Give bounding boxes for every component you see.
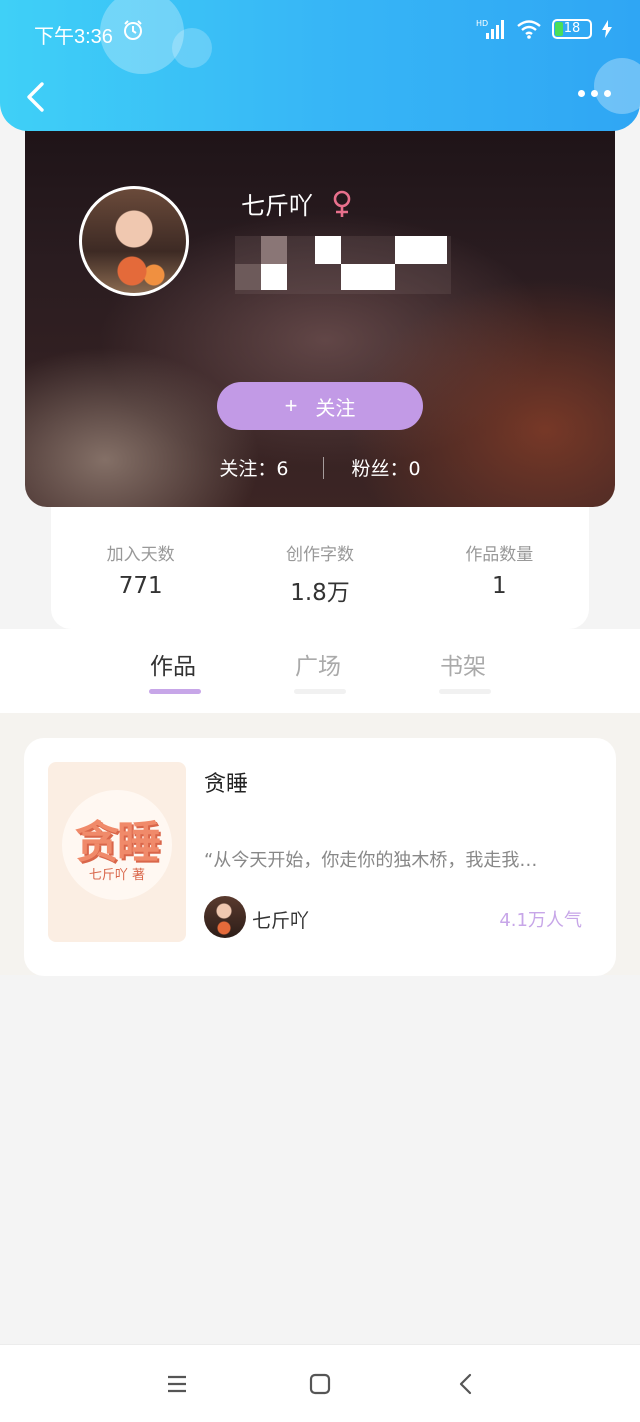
profile-nickname: 七斤吖 xyxy=(241,192,313,220)
followers-count[interactable]: 粉丝：0 xyxy=(352,454,421,481)
author-name: 七斤吖 xyxy=(252,910,310,932)
profile-avatar[interactable] xyxy=(79,186,189,296)
status-time: 下午3:36 xyxy=(34,26,113,48)
top-app-bar: 下午3:36 HD 18 xyxy=(0,0,640,131)
nickname-row: 七斤吖 xyxy=(241,186,353,221)
signal-icon: HD xyxy=(476,19,504,39)
tab-bookshelf-indicator xyxy=(439,689,491,694)
work-excerpt: “从今天开始，你走你的独木桥，我走我… xyxy=(204,850,538,871)
back-nav-icon[interactable] xyxy=(453,1371,479,1397)
more-button[interactable] xyxy=(578,90,612,102)
popularity-count: 4.1万人气 xyxy=(499,910,582,931)
more-dot xyxy=(578,90,585,97)
battery-level: 18 xyxy=(563,21,581,36)
stat-label: 作品数量 xyxy=(465,545,534,565)
cover-title: 贪睡 xyxy=(75,817,161,868)
tab-square-indicator xyxy=(294,689,346,694)
follow-stats: 关注：6 粉丝：0 xyxy=(25,454,615,481)
network-type: HD xyxy=(476,19,488,28)
more-dot xyxy=(591,90,598,97)
follow-label: 关注 xyxy=(315,397,356,420)
wifi-icon xyxy=(517,20,541,39)
content-tabs: 作品 广场 书架 xyxy=(0,629,640,713)
system-navigation-bar xyxy=(0,1344,640,1422)
profile-header-card: 七斤吖 + 关注 关注：6 粉丝：0 xyxy=(25,100,615,507)
stat-value: 1.8万 xyxy=(290,580,350,606)
stat-label: 创作字数 xyxy=(285,545,354,565)
female-icon xyxy=(333,190,351,217)
stat-value: 1 xyxy=(492,573,507,599)
charging-icon xyxy=(602,20,612,38)
stat-works-count: 作品数量 1 xyxy=(410,507,589,629)
alarm-icon xyxy=(124,20,142,40)
tab-bookshelf[interactable]: 书架 xyxy=(440,647,486,681)
status-bar: 下午3:36 HD 18 xyxy=(0,0,640,60)
status-indicators: HD 18 xyxy=(476,18,612,40)
divider xyxy=(322,456,324,479)
stat-label: 加入天数 xyxy=(106,545,175,565)
following-count[interactable]: 关注：6 xyxy=(219,454,288,481)
decor-bubble xyxy=(594,58,640,114)
stat-word-count: 创作字数 1.8万 xyxy=(230,507,409,629)
work-title: 贪睡 xyxy=(204,772,249,797)
redacted-id-mosaic xyxy=(235,236,451,294)
author-avatar xyxy=(204,896,246,938)
plus-icon: + xyxy=(284,393,298,418)
stats-panel: 加入天数 771 创作字数 1.8万 作品数量 1 xyxy=(51,507,589,629)
tab-works-indicator xyxy=(149,689,201,694)
tab-square[interactable]: 广场 xyxy=(295,647,341,681)
stat-join-days: 加入天数 771 xyxy=(51,507,230,629)
more-dot xyxy=(604,90,611,97)
back-button[interactable] xyxy=(20,78,50,116)
tab-works[interactable]: 作品 xyxy=(150,647,196,681)
work-card[interactable]: 贪睡 七斤吖 著 贪睡 “从今天开始，你走你的独木桥，我走我… 七斤吖 4.1万… xyxy=(24,738,616,976)
cover-author: 七斤吖 著 xyxy=(88,868,146,883)
book-cover[interactable]: 贪睡 七斤吖 著 xyxy=(48,762,186,942)
follow-button[interactable]: + 关注 xyxy=(217,382,423,430)
home-icon[interactable] xyxy=(307,1371,333,1397)
battery-icon: 18 xyxy=(552,19,592,39)
menu-icon[interactable] xyxy=(164,1371,190,1397)
stat-value: 771 xyxy=(118,573,163,599)
